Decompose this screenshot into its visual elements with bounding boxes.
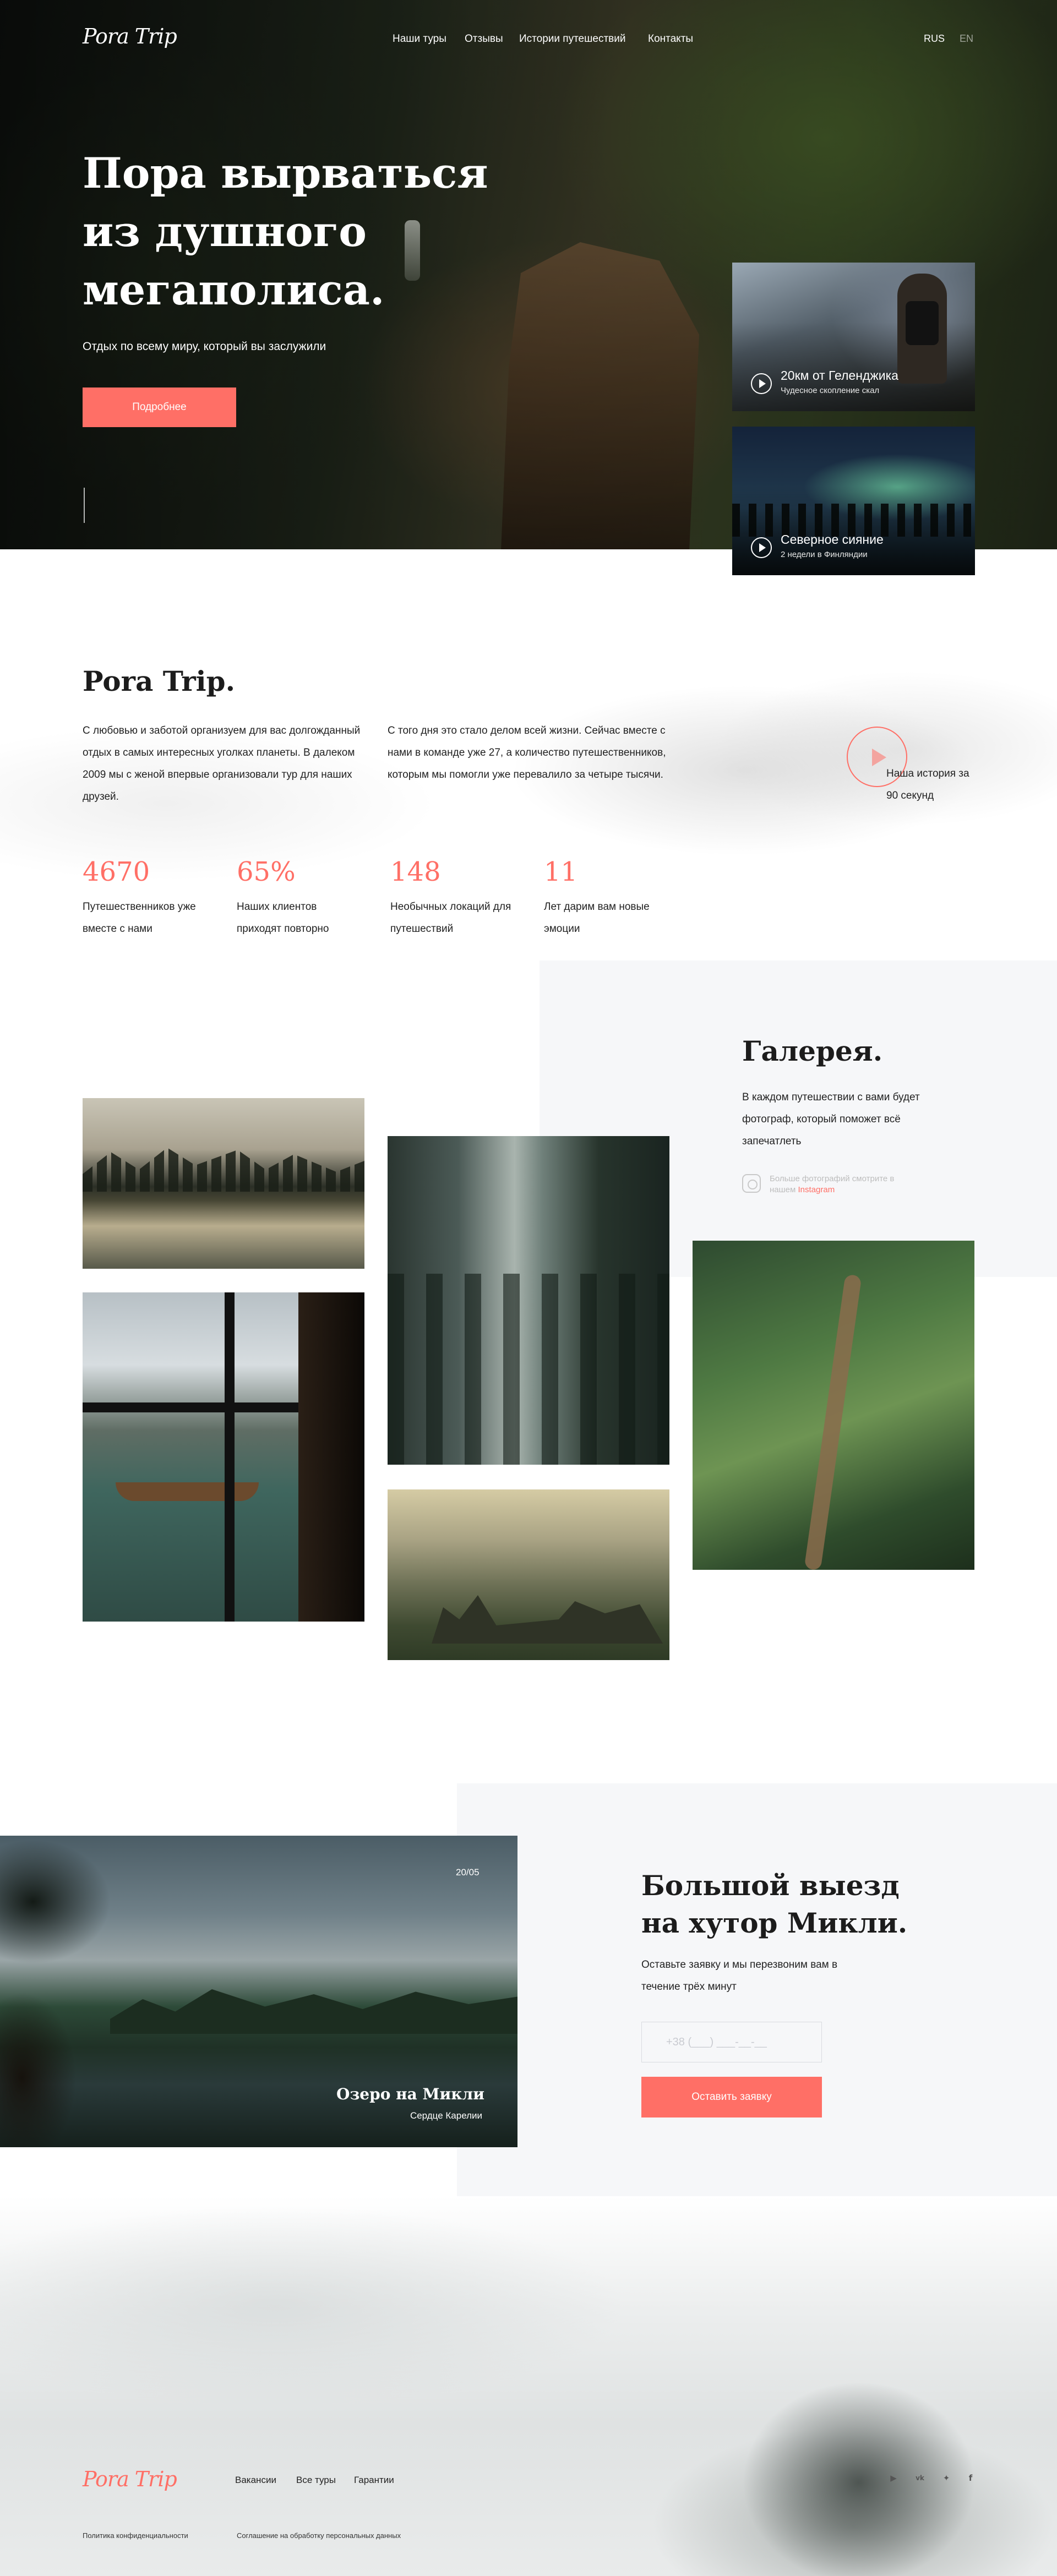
gallery-photo-valley[interactable]: [388, 1489, 669, 1660]
youtube-icon[interactable]: ▶: [887, 2472, 900, 2484]
about-title: Pora Trip.: [83, 665, 236, 697]
gallery-photo-mountain-trail[interactable]: [693, 1241, 974, 1570]
tour-photo-subtitle: Сердце Карелии: [410, 2110, 482, 2121]
video-card-subtitle: 2 недели в Финляндии: [781, 550, 868, 559]
nav-item-stories[interactable]: Истории путешествий: [519, 33, 625, 45]
hero-title: Пора вырваться из душного мегаполиса.: [83, 149, 488, 314]
language-rus[interactable]: RUS: [924, 33, 945, 45]
video-card-northern-lights[interactable]: Северное сияние 2 недели в Финляндии: [732, 427, 975, 575]
stat-value-returning: 65%: [237, 856, 296, 887]
stat-value-years: 11: [544, 856, 578, 887]
submit-request-button[interactable]: Оставить заявку: [641, 2077, 822, 2117]
footer-link-all-tours[interactable]: Все туры: [296, 2475, 336, 2486]
about-paragraph-1: С любовью и заботой организуем для вас д…: [83, 725, 361, 803]
instagram-icon[interactable]: [742, 1174, 761, 1193]
footer-fog-background: [0, 2196, 1057, 2576]
privacy-policy-link[interactable]: Политика конфиденциальности: [83, 2531, 188, 2540]
stat-value-travelers: 4670: [83, 856, 150, 887]
stat-label-returning: Наших клиентов приходят повторно: [237, 901, 329, 935]
tour-description: Оставьте заявку и мы перезвоним вам в те…: [641, 1959, 838, 1993]
instagram-note: Больше фотографий смотрите в нашем Insta…: [770, 1174, 895, 1194]
language-en[interactable]: EN: [960, 33, 973, 45]
footer-link-guarantees[interactable]: Гарантии: [354, 2475, 394, 2486]
stat-value-locations: 148: [390, 856, 441, 887]
video-card-subtitle: Чудесное скопление скал: [781, 386, 880, 395]
phone-input[interactable]: [641, 2022, 822, 2062]
play-icon[interactable]: [751, 537, 772, 558]
stat-label-locations: Необычных локаций для путешествий: [390, 901, 511, 935]
vk-icon[interactable]: vk: [914, 2472, 926, 2484]
video-card-title: Северное сияние: [781, 532, 884, 547]
gallery-photo-misty-lake[interactable]: [83, 1098, 364, 1269]
instagram-link[interactable]: Instagram: [798, 1185, 835, 1194]
footer-link-vacancies[interactable]: Вакансии: [235, 2475, 276, 2486]
header-logo[interactable]: Pora Trip: [83, 24, 177, 48]
scroll-indicator: [84, 488, 85, 523]
tour-date: 20/05: [456, 1867, 480, 1878]
gallery-photo-window-boats[interactable]: [83, 1292, 364, 1622]
tour-photo-title: Озеро на Микли: [336, 2085, 484, 2103]
gallery-title: Галерея.: [742, 1035, 883, 1067]
gallery-description: В каждом путешествии с вами будет фотогр…: [742, 1091, 920, 1147]
hero-subtitle: Отдых по всему миру, который вы заслужил…: [83, 340, 326, 353]
stat-label-years: Лет дарим вам новые эмоции: [544, 901, 650, 935]
video-card-gelendzhik[interactable]: 20км от Геленджика Чудесное скопление ск…: [732, 263, 975, 411]
gallery-photo-waterfall[interactable]: [388, 1136, 669, 1465]
play-icon[interactable]: [751, 373, 772, 394]
video-card-title: 20км от Геленджика: [781, 368, 898, 383]
footer-logo[interactable]: Pora Trip: [83, 2467, 177, 2491]
about-video-label[interactable]: Наша история за 90 секунд: [886, 763, 980, 807]
stat-label-travelers: Путешественников уже вместе с нами: [83, 901, 196, 935]
facebook-icon[interactable]: f: [965, 2472, 977, 2484]
nav-item-contacts[interactable]: Контакты: [648, 33, 693, 45]
data-processing-agreement-link[interactable]: Соглашение на обработку персональных дан…: [237, 2531, 401, 2540]
nav-item-tours[interactable]: Наши туры: [393, 33, 446, 45]
twitter-icon[interactable]: ✦: [940, 2472, 952, 2484]
tour-title: Большой выезд на хутор Микли.: [641, 1869, 908, 1939]
hero-details-button[interactable]: Подробнее: [83, 388, 236, 427]
nav-item-reviews[interactable]: Отзывы: [465, 33, 503, 45]
about-paragraph-2: С того дня это стало делом всей жизни. С…: [388, 725, 666, 781]
